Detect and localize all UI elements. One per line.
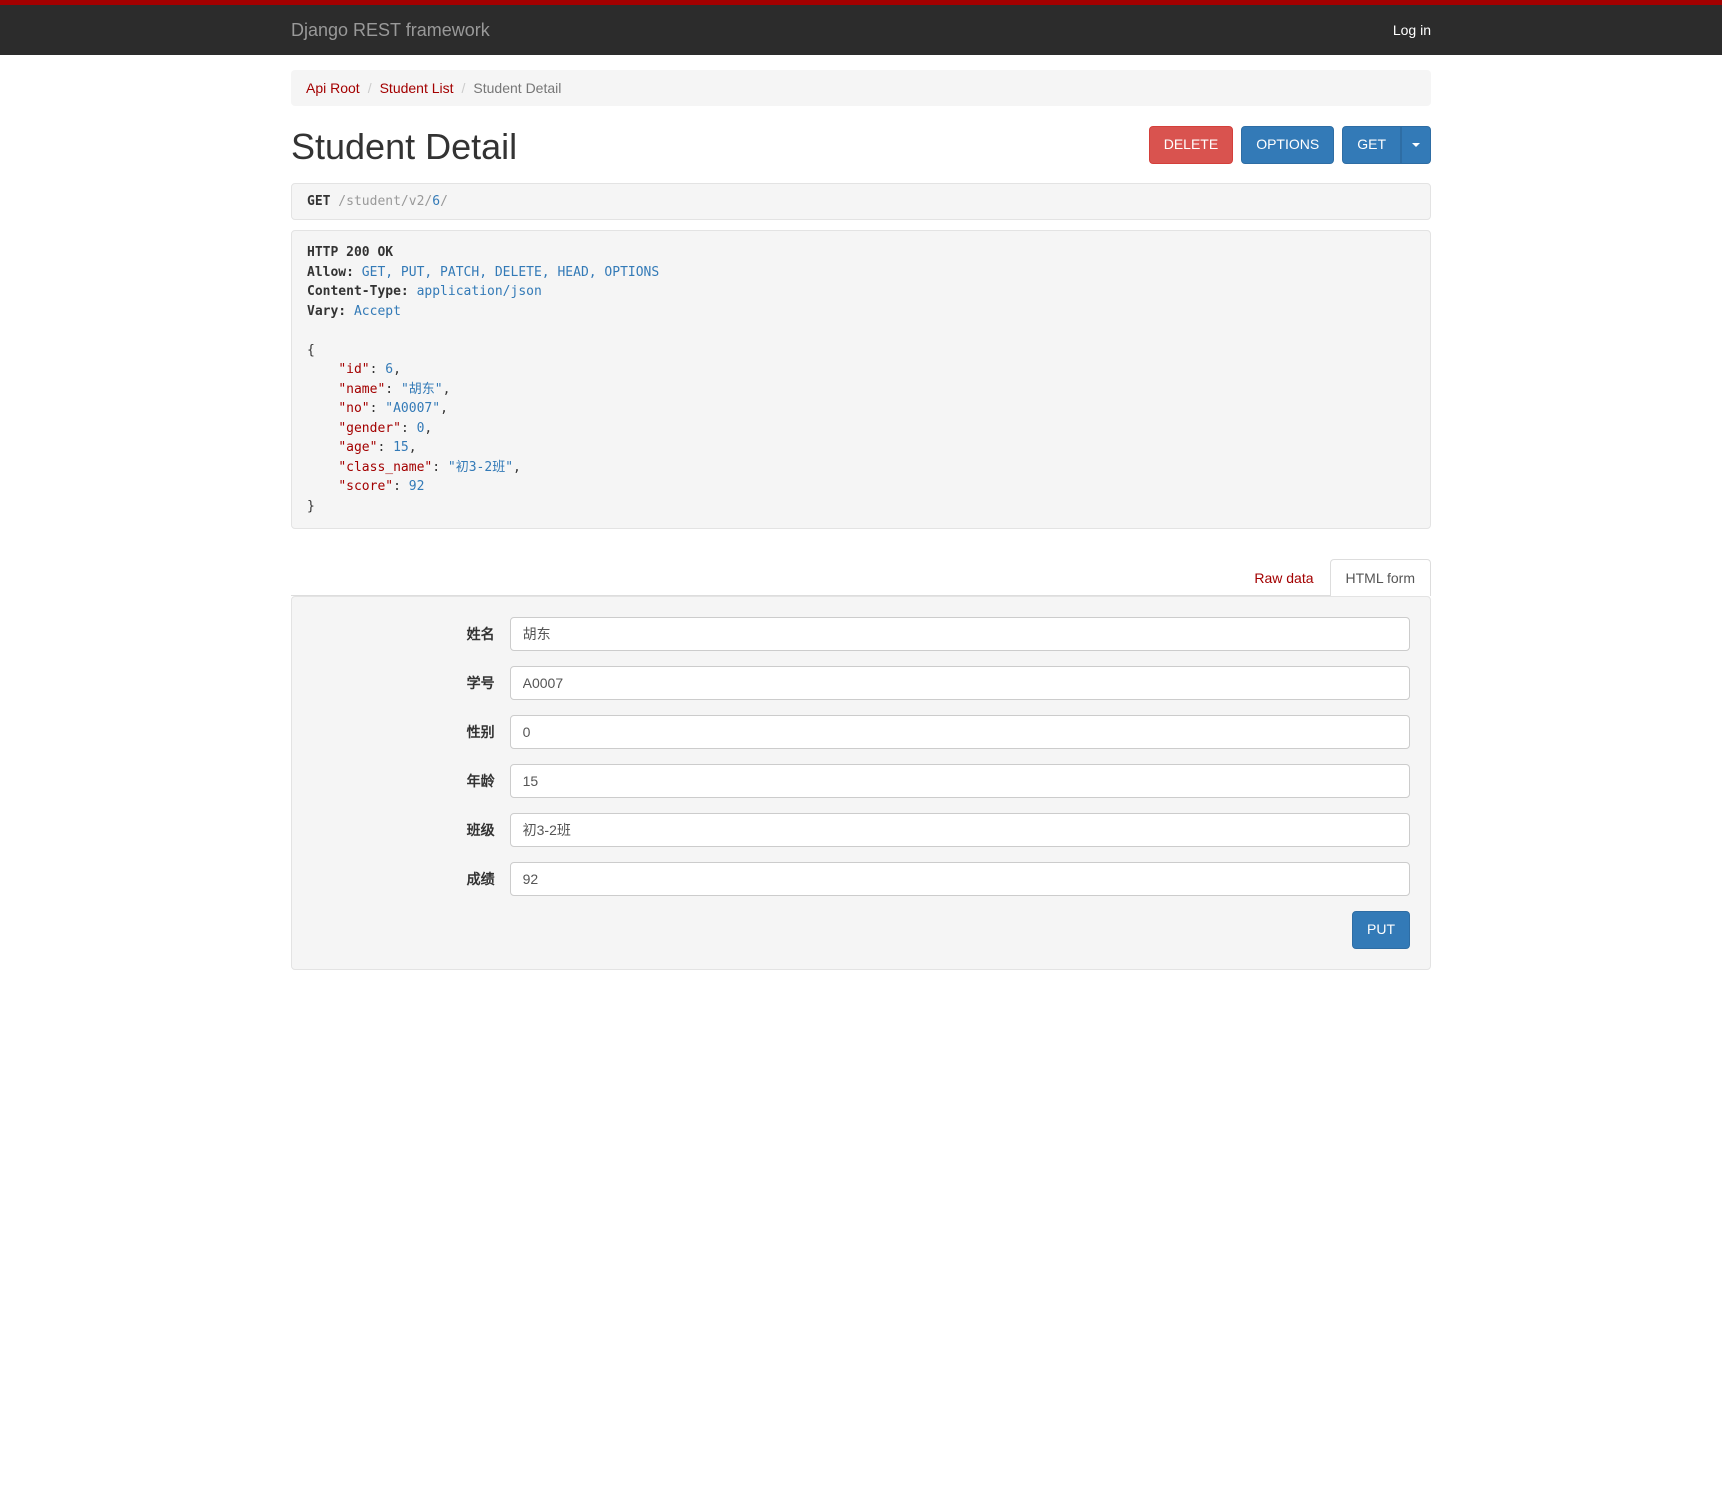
get-dropdown-toggle[interactable] bbox=[1401, 126, 1431, 164]
request-info: GET /student/v2/6/ bbox=[291, 183, 1431, 220]
form-panel: 姓名 学号 性别 年龄 班级 成绩 PUT bbox=[291, 596, 1431, 970]
get-button[interactable]: GET bbox=[1342, 126, 1401, 164]
label-age: 年龄 bbox=[312, 771, 510, 791]
json-class-key: "class_name" bbox=[338, 460, 432, 475]
json-gender-key: "gender" bbox=[338, 421, 401, 436]
label-no: 学号 bbox=[312, 673, 510, 693]
input-score[interactable] bbox=[510, 862, 1410, 896]
breadcrumb: Api Root Student List Student Detail bbox=[291, 70, 1431, 106]
get-button-group: GET bbox=[1342, 126, 1431, 164]
label-gender: 性别 bbox=[312, 722, 510, 742]
label-score: 成绩 bbox=[312, 869, 510, 889]
request-path-suffix: / bbox=[440, 194, 448, 209]
caret-down-icon bbox=[1412, 143, 1420, 147]
tab-row: Raw data HTML form bbox=[291, 559, 1431, 596]
request-path-prefix: /student/v2/ bbox=[330, 194, 432, 209]
json-age-key: "age" bbox=[338, 440, 377, 455]
delete-button[interactable]: DELETE bbox=[1149, 126, 1233, 164]
brand-link[interactable]: Django REST framework bbox=[291, 5, 490, 56]
json-name-val: "胡东" bbox=[401, 382, 443, 397]
navbar: Django REST framework Log in bbox=[0, 5, 1722, 55]
breadcrumb-current: Student Detail bbox=[454, 80, 562, 96]
tab-raw-data[interactable]: Raw data bbox=[1238, 559, 1329, 596]
json-name-key: "name" bbox=[338, 382, 385, 397]
response-info: HTTP 200 OK Allow: GET, PUT, PATCH, DELE… bbox=[291, 230, 1431, 529]
request-method: GET bbox=[307, 194, 330, 209]
header-ctype-val: application/json bbox=[409, 284, 542, 299]
put-button[interactable]: PUT bbox=[1352, 911, 1410, 949]
header-vary-key: Vary: bbox=[307, 304, 346, 319]
label-name: 姓名 bbox=[312, 624, 510, 644]
page-title: Student Detail bbox=[291, 126, 517, 168]
json-score-val: 92 bbox=[409, 479, 425, 494]
json-class-val: "初3-2班" bbox=[448, 460, 513, 475]
input-name[interactable] bbox=[510, 617, 1410, 651]
breadcrumb-api-root[interactable]: Api Root bbox=[306, 80, 360, 96]
input-class-name[interactable] bbox=[510, 813, 1410, 847]
header-vary-val: Accept bbox=[346, 304, 401, 319]
tab-html-form[interactable]: HTML form bbox=[1330, 559, 1431, 596]
json-no-key: "no" bbox=[338, 401, 369, 416]
header-allow-val: GET, PUT, PATCH, DELETE, HEAD, OPTIONS bbox=[354, 265, 659, 280]
login-link[interactable]: Log in bbox=[1393, 22, 1431, 38]
label-class-name: 班级 bbox=[312, 820, 510, 840]
status-line: HTTP 200 OK bbox=[307, 245, 393, 260]
json-id-val: 6 bbox=[385, 362, 393, 377]
options-button[interactable]: OPTIONS bbox=[1241, 126, 1334, 164]
json-no-val: "A0007" bbox=[385, 401, 440, 416]
input-no[interactable] bbox=[510, 666, 1410, 700]
json-score-key: "score" bbox=[338, 479, 393, 494]
input-age[interactable] bbox=[510, 764, 1410, 798]
json-age-val: 15 bbox=[393, 440, 409, 455]
header-ctype-key: Content-Type: bbox=[307, 284, 409, 299]
input-gender[interactable] bbox=[510, 715, 1410, 749]
header-allow-key: Allow: bbox=[307, 265, 354, 280]
json-id-key: "id" bbox=[338, 362, 369, 377]
breadcrumb-student-list[interactable]: Student List bbox=[380, 80, 454, 96]
request-path-id: 6 bbox=[432, 194, 440, 209]
